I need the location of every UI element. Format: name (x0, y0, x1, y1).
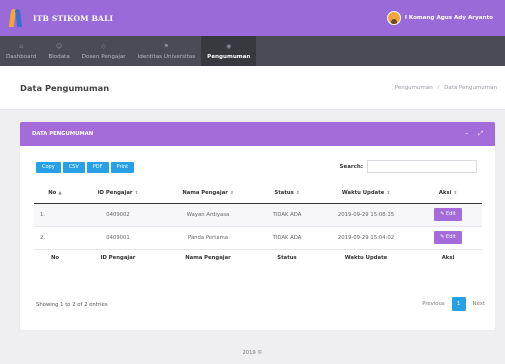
dashboard-icon: ⌂ (19, 43, 24, 50)
nav-item-pengumuman[interactable]: ◉ Pengumuman (201, 36, 257, 66)
previous-button[interactable]: Previous (422, 301, 444, 307)
university-icon: ⚑ (163, 43, 170, 50)
page-1-button[interactable]: 1 (451, 297, 466, 311)
footer-waktu: Waktu Update (318, 248, 414, 267)
export-buttons: Copy CSV PDF Print (36, 162, 135, 173)
footer-nama: Nama Pengajar (160, 248, 256, 267)
user-name[interactable]: I Komang Agus Ady Aryanto (405, 15, 493, 21)
table-header-row: No ▲ ID Pengajar ⇕ Nama Pengajar ⇕ Status ⇕ … (34, 183, 482, 204)
sort-icon: ⇕ (386, 190, 391, 196)
column-header-aksi[interactable]: Aksi ⇕ (414, 183, 482, 204)
sort-icon: ⇕ (295, 190, 300, 196)
column-header-no[interactable]: No ▲ (34, 183, 76, 204)
nav-label: Identitas Universitas (137, 54, 196, 60)
sort-asc-icon: ▲ (58, 190, 62, 196)
announcement-icon: ◉ (226, 43, 232, 50)
nav-label: Dosen Pengajar (81, 54, 126, 60)
brand-name[interactable]: ITB STIKOM BALI (33, 14, 113, 23)
cell-waktu: 2019-09-29 15:04:02 (318, 226, 414, 250)
cell-no: 1. (34, 203, 76, 227)
pdf-button[interactable]: PDF (86, 162, 109, 173)
print-button[interactable]: Print (110, 162, 135, 173)
edit-button[interactable]: ✎ Edit (434, 208, 462, 221)
card-title: DATA PENGUMUMAN (32, 131, 94, 137)
column-header-nama[interactable]: Nama Pengajar ⇕ (160, 183, 256, 204)
column-header-status[interactable]: Status ⇕ (256, 183, 318, 204)
entries-info: Showing 1 to 2 of 2 entries (36, 302, 108, 308)
cell-waktu: 2019-09-29 15:08:15 (318, 203, 414, 227)
user-icon: ☺ (55, 43, 63, 50)
search-box: Search: (339, 160, 477, 173)
footer-no: No (34, 248, 76, 267)
pagination: Previous 1 Next (422, 297, 485, 311)
card-tools: – ⤢ (465, 130, 483, 138)
nav-item-dashboard[interactable]: ⌂ Dashboard (0, 36, 42, 66)
minimize-icon[interactable]: – (465, 130, 468, 138)
table-row: 2. 0409001 Panda Pertama TIDAK ADA 2019-… (34, 226, 482, 250)
footer-status: Status (256, 248, 318, 267)
breadcrumb-current: Data Pengumuman (444, 84, 497, 91)
user-menu[interactable]: I Komang Agus Ady Aryanto (386, 11, 493, 25)
nav-item-biodata[interactable]: ☺ Biodata (42, 36, 75, 66)
nav-item-identitas-universitas[interactable]: ⚑ Identitas Universitas (132, 36, 202, 66)
cell-aksi: ✎ Edit (414, 203, 482, 227)
nav-label: Pengumuman (207, 54, 251, 60)
edit-button[interactable]: ✎ Edit (434, 231, 462, 244)
expand-icon[interactable]: ⤢ (478, 130, 483, 138)
data-table: No ▲ ID Pengajar ⇕ Nama Pengajar ⇕ Status ⇕ … (34, 183, 482, 267)
search-input[interactable] (367, 160, 477, 173)
column-header-id[interactable]: ID Pengajar ⇕ (76, 183, 160, 204)
table-row: 1. 0409002 Wayan Ardiyasa TIDAK ADA 2019… (34, 203, 482, 227)
next-button[interactable]: Next (473, 301, 485, 307)
top-bar: ITB STIKOM BALI I Komang Agus Ady Aryant… (0, 0, 505, 36)
pencil-icon: ✎ (440, 211, 445, 217)
nav-item-dosen-pengajar[interactable]: ◇ Dosen Pengajar (76, 36, 132, 66)
data-card: DATA PENGUMUMAN – ⤢ Copy CSV PDF Print S… (20, 122, 495, 330)
nav-label: Dashboard (6, 54, 37, 60)
breadcrumb-separator: / (437, 84, 440, 91)
sort-icon: ⇕ (229, 190, 234, 196)
copy-button[interactable]: Copy (36, 162, 61, 173)
logo-icon[interactable] (8, 8, 24, 28)
page-title: Data Pengumuman (20, 82, 110, 93)
avatar[interactable] (386, 11, 401, 25)
cell-nama: Panda Pertama (160, 226, 256, 250)
footer-aksi: Aksi (414, 248, 482, 267)
cell-nama: Wayan Ardiyasa (160, 203, 256, 227)
sort-icon: ⇕ (134, 190, 139, 196)
cell-status: TIDAK ADA (256, 226, 318, 250)
footer-id: ID Pengajar (76, 248, 160, 267)
cell-status: TIDAK ADA (256, 203, 318, 227)
cell-aksi: ✎ Edit (414, 226, 482, 250)
cell-no: 2. (34, 226, 76, 250)
search-label: Search: (339, 163, 364, 170)
csv-button[interactable]: CSV (62, 162, 85, 173)
card-header: DATA PENGUMUMAN – ⤢ (20, 122, 495, 146)
table-footer-row: No ID Pengajar Nama Pengajar Status Wakt… (34, 248, 482, 267)
cell-id: 0409002 (76, 203, 160, 227)
column-header-waktu[interactable]: Waktu Update ⇕ (318, 183, 414, 204)
sort-icon: ⇕ (453, 190, 458, 196)
pencil-icon: ✎ (440, 234, 445, 240)
content-header: Data Pengumuman Pengumuman / Data Pengum… (0, 66, 505, 110)
breadcrumb: Pengumuman / Data Pengumuman (395, 85, 497, 91)
page-footer: 2019 © (242, 350, 263, 356)
teacher-icon: ◇ (101, 43, 107, 50)
cell-id: 0409001 (76, 226, 160, 250)
nav-bar: ⌂ Dashboard ☺ Biodata ◇ Dosen Pengajar ⚑… (0, 36, 505, 66)
nav-label: Biodata (48, 54, 70, 60)
breadcrumb-pengumuman[interactable]: Pengumuman (395, 85, 433, 91)
